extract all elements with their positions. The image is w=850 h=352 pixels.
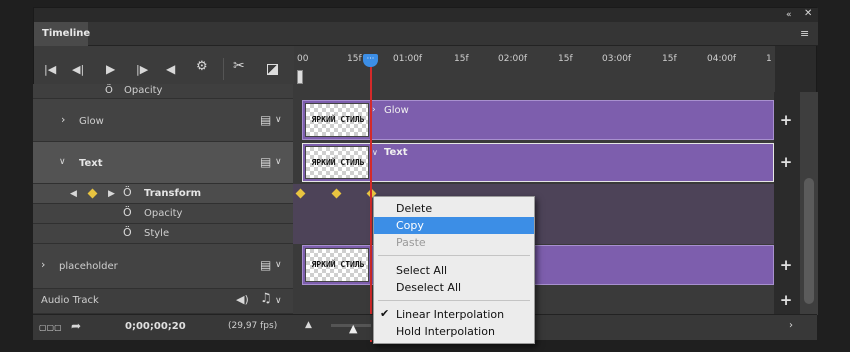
clip-thumbnail: ЯРКИЙ СТИЛЬ [305,146,369,179]
ruler-tick: 04:00f [707,54,737,64]
add-media-button[interactable]: + [778,153,794,171]
chevron-right-icon[interactable]: › [61,114,65,126]
add-keyframe-icon[interactable] [87,188,98,199]
thumbnail-text: ЯРКИЙ СТИЛЬ [311,158,365,167]
thumbnail-text: ЯРКИЙ СТИЛЬ [311,115,365,124]
previous-keyframe-icon[interactable]: ◀ [70,188,77,200]
stopwatch-icon[interactable]: Ö [105,85,113,97]
menu-item-deselect-all[interactable]: Deselect All [374,279,534,296]
property-label: Transform [144,188,202,199]
transition-icon[interactable] [267,64,278,75]
go-to-first-frame-icon[interactable]: |◀ [44,64,56,76]
clip-thumbnail: ЯРКИЙ СТИЛЬ [305,248,369,282]
chevron-right-icon[interactable]: › [41,259,45,271]
menu-separator [378,255,530,256]
clip-text[interactable]: ЯРКИЙ СТИЛЬ ∨ Text [302,143,774,182]
playhead-line [370,54,372,342]
ruler-tick: 1 [766,54,772,64]
ruler-tick: 01:00f [393,54,423,64]
add-audio-button[interactable]: + [778,291,794,309]
clip-thumbnail: ЯРКИЙ СТИЛЬ [305,103,369,137]
ruler-tick: 00 [297,54,309,64]
clip-label: Glow [384,105,409,116]
work-area-start-handle[interactable] [297,70,303,84]
previous-frame-icon[interactable]: ◀| [72,64,84,76]
film-icon[interactable]: ▤ [260,156,271,168]
film-icon[interactable]: ▤ [260,114,271,126]
clip-label: Text [384,147,408,158]
menu-item-hold-interpolation[interactable]: Hold Interpolation [374,323,534,340]
frame-animation-icon[interactable]: ▢▢▢ [39,322,62,334]
stopwatch-icon[interactable]: Ö [123,207,132,219]
opacity-top-row[interactable]: Ö Opacity [33,84,293,99]
property-row-transform[interactable]: ◀ ▶ Ö Transform [33,184,293,204]
menu-separator [378,300,530,301]
audio-icon[interactable]: ◀ [166,63,175,75]
layer-row-glow[interactable]: › Glow ▤ ∨ [33,99,293,142]
ruler-tick: 15f [662,54,677,64]
speaker-icon[interactable]: ◀) [236,294,249,306]
zoom-out-icon[interactable]: ▲ [305,319,312,331]
close-panel-icon[interactable]: ✕ [804,8,812,20]
divider [223,58,224,80]
ruler-tick: 15f [454,54,469,64]
ruler-tick: 15f [347,54,362,64]
play-icon[interactable]: ▶ [106,63,115,75]
film-icon[interactable]: ▤ [260,259,271,271]
stopwatch-icon[interactable]: Ö [123,187,132,199]
scroll-thumb[interactable] [804,178,814,304]
music-note-icon[interactable]: ♫ [260,292,272,305]
render-video-icon[interactable]: ➦ [71,320,81,332]
chevron-down-icon[interactable]: ∨ [372,147,378,159]
layer-property-label: Opacity [124,85,163,96]
zoom-slider-thumb[interactable]: ▲ [349,323,357,335]
tab-timeline[interactable]: Timeline [34,22,90,46]
playhead-handle[interactable]: ··· [363,54,378,67]
next-keyframe-icon[interactable]: ▶ [108,188,115,200]
chevron-down-icon[interactable]: ∨ [275,259,282,271]
add-media-button[interactable]: + [778,256,794,274]
layer-name: placeholder [59,261,118,272]
menu-item-paste: Paste [396,236,426,249]
menu-item-delete[interactable]: Delete [374,200,534,217]
menu-item-copy[interactable]: Copy [374,217,534,234]
property-row-style[interactable]: Ö Style [33,224,293,244]
ruler-tick: 02:00f [498,54,528,64]
property-label: Style [144,228,170,239]
layer-row-placeholder[interactable]: › placeholder ▤ ∨ [33,244,293,289]
tab-row: Timeline ≡ [34,22,818,46]
layer-row-text[interactable]: ∨ Text ▤ ∨ [33,142,293,184]
ruler-tick: 15f [558,54,573,64]
vertical-scrollbar[interactable] [800,92,818,315]
chevron-down-icon[interactable]: ∨ [275,295,282,307]
menu-item-linear-interpolation[interactable]: Linear Interpolation [374,306,534,323]
scissors-icon[interactable]: ✂ [233,59,245,73]
panel-menu-icon[interactable]: ≡ [800,28,809,40]
chevron-down-icon[interactable]: ∨ [275,156,282,168]
timecode: 0;00;00;20 [125,321,186,332]
panel-top-strip: « ✕ [34,8,818,22]
stopwatch-icon[interactable]: Ö [123,227,132,239]
chevron-right-icon[interactable]: › [372,104,376,116]
audio-track-row[interactable]: Audio Track ◀) ♫ ∨ [33,289,293,314]
collapse-icon[interactable]: « [786,9,792,21]
ruler-tick: 03:00f [602,54,632,64]
clip-glow[interactable]: ЯРКИЙ СТИЛЬ › Glow [302,100,774,140]
settings-gear-icon[interactable]: ⚙ [196,60,208,73]
menu-item-select-all[interactable]: Select All [374,262,534,279]
thumbnail-text: ЯРКИЙ СТИЛЬ [311,260,365,269]
add-media-button[interactable]: + [778,111,794,129]
property-row-opacity[interactable]: Ö Opacity [33,204,293,224]
next-frame-icon[interactable]: |▶ [136,64,148,76]
frame-rate: (29,97 fps) [228,321,278,331]
property-label: Opacity [144,208,183,219]
layer-name: Text [79,158,103,169]
track-name: Audio Track [41,295,99,306]
chevron-down-icon[interactable]: ∨ [59,156,66,168]
context-menu: Delete Copy Paste Select All Deselect Al… [373,196,535,344]
chevron-down-icon[interactable]: ∨ [275,114,282,126]
scroll-right-icon[interactable]: › [789,320,793,332]
layer-name: Glow [79,116,104,127]
